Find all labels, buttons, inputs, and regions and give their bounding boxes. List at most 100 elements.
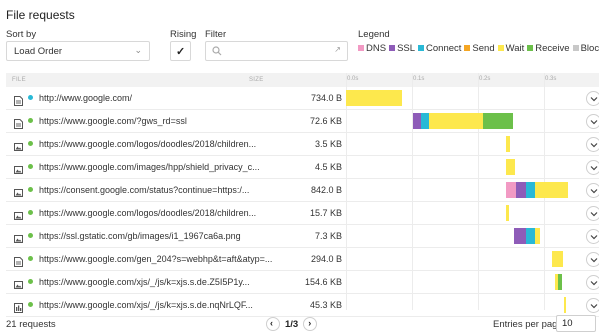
clear-icon[interactable]: ↗ <box>334 45 341 54</box>
timing-bar-ssl <box>413 113 422 129</box>
request-count: 21 requests <box>6 319 56 330</box>
request-url[interactable]: https://www.google.com/gen_204?s=webhp&t… <box>39 254 272 264</box>
spreadsheet-icon <box>14 300 23 313</box>
timing-bar-receive <box>557 274 563 290</box>
col-size-header: SIZE <box>249 77 264 83</box>
expand-row-button[interactable] <box>586 91 599 106</box>
page-indicator: 1/3 <box>285 318 299 330</box>
expand-row-button[interactable] <box>586 275 599 290</box>
timing-bar-wait <box>535 228 541 244</box>
document-icon <box>14 254 23 267</box>
expand-row-button[interactable] <box>586 252 599 267</box>
timing-bar-wait <box>505 205 510 221</box>
table-row[interactable]: https://www.google.com/logos/doodles/201… <box>6 202 599 225</box>
time-tick-label: 0.2s <box>479 76 491 82</box>
legend-item-receive: Receive <box>527 43 570 54</box>
request-url[interactable]: https://consent.google.com/status?contin… <box>39 185 249 195</box>
table-row[interactable]: https://www.google.com/images/hpp/shield… <box>6 156 599 179</box>
table-row[interactable]: https://www.google.com/logos/doodles/201… <box>6 133 599 156</box>
page-title: File requests <box>6 8 75 22</box>
document-icon <box>14 116 23 129</box>
legend-item-ssl: SSL <box>389 43 415 54</box>
timing-bar-connect <box>421 113 430 129</box>
timing-bar-wait <box>534 182 568 198</box>
legend-label: Send <box>472 43 495 54</box>
image-icon <box>14 231 23 243</box>
expand-row-button[interactable] <box>586 114 599 129</box>
table-row[interactable]: https://www.google.com/?gws_rd=ssl 72.6 K… <box>6 110 599 133</box>
status-dot <box>28 210 33 215</box>
request-url[interactable]: https://www.google.com/images/hpp/shield… <box>39 162 260 172</box>
table-row[interactable]: https://www.google.com/xjs/_/js/k=xjs.s.… <box>6 294 599 317</box>
filter-input[interactable]: ↗ <box>205 41 348 61</box>
expand-row-button[interactable] <box>586 206 599 221</box>
status-dot <box>28 233 33 238</box>
rising-label: Rising <box>170 29 197 40</box>
timing-bar-wait <box>429 113 484 129</box>
status-dot <box>28 256 33 261</box>
request-url[interactable]: http://www.google.com/ <box>39 93 132 103</box>
sort-label: Sort by <box>6 29 37 40</box>
rising-checkbox[interactable]: ✓ <box>170 41 191 61</box>
expand-row-button[interactable] <box>586 229 599 244</box>
timing-bar-dns <box>505 182 517 198</box>
expand-row-button[interactable] <box>586 298 599 313</box>
chevron-left-icon: ‹ <box>270 318 273 328</box>
entries-per-page-input[interactable]: 10 <box>556 315 596 332</box>
timing-bar-wait <box>505 159 515 175</box>
legend-swatch <box>358 45 364 51</box>
status-dot <box>28 279 33 284</box>
request-url[interactable]: https://www.google.com/xjs/_/js/k=xjs.s.… <box>39 277 250 287</box>
request-size: 15.7 KB <box>309 208 342 218</box>
image-icon <box>14 208 23 220</box>
request-url[interactable]: https://www.google.com/logos/doodles/201… <box>39 208 256 218</box>
sort-select[interactable]: Load Order ⌄ <box>6 41 150 61</box>
request-size: 3.5 KB <box>314 139 342 149</box>
search-icon <box>212 46 222 56</box>
request-url[interactable]: https://www.google.com/logos/doodles/201… <box>39 139 256 149</box>
legend-label: DNS <box>366 43 387 54</box>
timing-bar-receive <box>483 113 513 129</box>
status-dot <box>28 187 33 192</box>
table-row[interactable]: https://www.google.com/gen_204?s=webhp&t… <box>6 248 599 271</box>
legend-swatch <box>497 45 504 51</box>
legend: DNS SSL Connect Send Wait Receive Blocked <box>358 43 599 54</box>
request-url[interactable]: https://www.google.com/?gws_rd=ssl <box>39 116 187 126</box>
legend-label: SSL <box>397 43 416 54</box>
image-icon <box>14 185 23 197</box>
request-size: 7.3 KB <box>314 231 342 241</box>
timing-bar-wait <box>564 297 567 313</box>
expand-row-button[interactable] <box>586 160 599 175</box>
status-dot <box>28 164 33 169</box>
status-dot <box>28 141 33 146</box>
legend-item-dns: DNS <box>358 43 386 54</box>
table-row[interactable]: http://www.google.com/734.0 B <box>6 87 599 110</box>
timing-bar-ssl <box>514 228 527 244</box>
request-size: 4.5 KB <box>314 162 342 172</box>
next-page-button[interactable]: › <box>303 317 318 331</box>
document-icon <box>14 93 23 106</box>
legend-label: Wait <box>505 43 525 54</box>
legend-label: Receive <box>535 43 570 54</box>
request-size: 72.6 KB <box>309 116 342 126</box>
timing-bar-wait <box>551 251 564 267</box>
pagination: ‹ 1/3 › <box>266 316 318 332</box>
request-size: 294.0 B <box>310 254 342 264</box>
legend-item-send: Send <box>464 43 495 54</box>
table-row[interactable]: https://consent.google.com/status?contin… <box>6 179 599 202</box>
entries-per-page-label: Entries per page: <box>493 319 566 330</box>
time-tick-label: 0.0s <box>347 76 359 82</box>
timing-bar-connect <box>526 228 536 244</box>
expand-row-button[interactable] <box>586 137 599 152</box>
table-row[interactable]: https://www.google.com/xjs/_/js/k=xjs.s.… <box>6 271 599 294</box>
table-row[interactable]: https://ssl.gstatic.com/gb/images/i1_196… <box>6 225 599 248</box>
image-icon <box>14 277 23 289</box>
expand-row-button[interactable] <box>586 183 599 198</box>
legend-item-wait: Wait <box>497 43 525 54</box>
request-url[interactable]: https://ssl.gstatic.com/gb/images/i1_196… <box>39 231 241 241</box>
timing-bar-connect <box>525 182 535 198</box>
prev-page-button[interactable]: ‹ <box>266 317 280 331</box>
filter-label: Filter <box>205 29 227 40</box>
request-url[interactable]: https://www.google.com/xjs/_/js/k=xjs.s.… <box>39 300 253 310</box>
timing-bar-ssl <box>516 182 526 198</box>
